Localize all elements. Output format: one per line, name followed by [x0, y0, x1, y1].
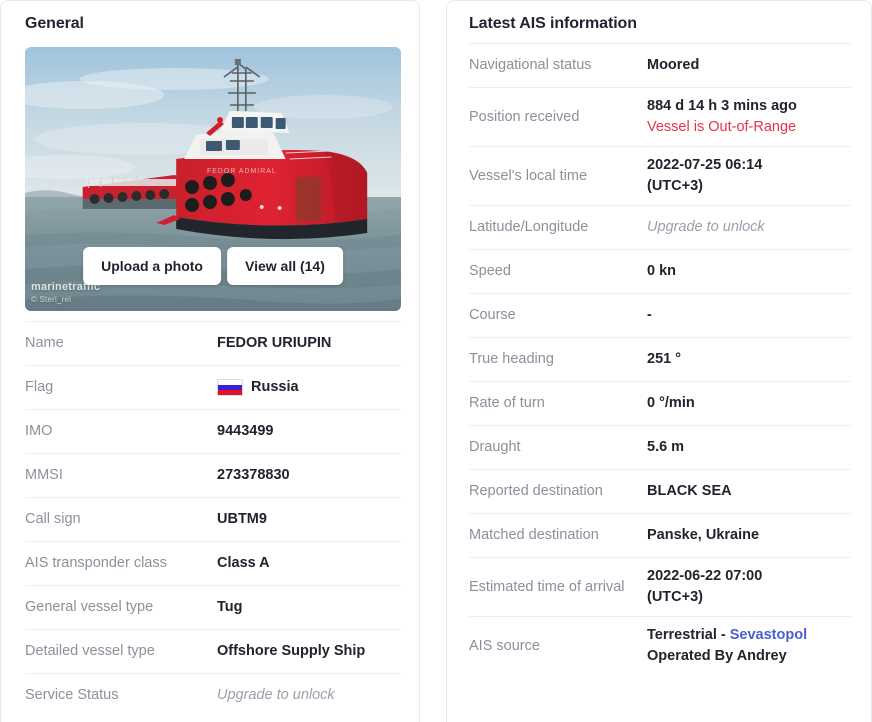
row-value-flag: Russia	[217, 377, 401, 398]
table-row: Speed 0 kn	[469, 249, 851, 293]
vessel-local-time-datetime: 2022-07-25 06:14	[647, 157, 763, 174]
position-received-age: 884 d 14 h 3 mins ago	[647, 98, 797, 114]
eta-offset: (UTC+3)	[647, 589, 703, 606]
row-label-latitude-longitude: Latitude/Longitude	[469, 219, 589, 236]
row-label-rate-of-turn: Rate of turn	[469, 395, 545, 412]
row-value-imo: 9443499	[217, 422, 274, 439]
view-all-photos-button[interactable]: View all (14)	[226, 247, 343, 285]
general-card: General FEDOR ADMIRAL marinetraffic © St…	[0, 0, 420, 722]
table-row: Vessel's local time 2022-07-25 06:14 (UT…	[469, 146, 851, 205]
table-row: Service Status Upgrade to unlock	[25, 673, 401, 717]
table-row: Latitude/Longitude Upgrade to unlock	[469, 205, 851, 249]
table-row: True heading 251 °	[469, 337, 851, 381]
row-value-speed: 0 kn	[647, 263, 677, 280]
flag-country-label: Russia	[251, 378, 299, 395]
row-label-ais-transponder-class: AIS transponder class	[25, 554, 167, 571]
row-label-ais-source: AIS source	[469, 637, 540, 654]
row-label-general-vessel-type: General vessel type	[25, 598, 154, 615]
row-label-speed: Speed	[469, 263, 511, 280]
table-row: Call sign UBTM9	[25, 497, 401, 541]
vessel-local-time-offset: (UTC+3)	[647, 178, 703, 195]
row-label-mmsi: MMSI	[25, 466, 63, 483]
out-of-range-status-badge: Vessel is Out-of-Range	[647, 119, 797, 136]
table-row: IMO 9443499	[25, 409, 401, 453]
row-label-name: Name	[25, 334, 64, 351]
row-label-imo: IMO	[25, 422, 53, 439]
photo-actions: Upload a photo View all (14)	[83, 247, 343, 285]
row-value-name: FEDOR URIUPIN	[217, 334, 332, 351]
row-value-ais-transponder-class: Class A	[217, 554, 270, 571]
vessel-photo[interactable]: FEDOR ADMIRAL marinetraffic © Sterl_rel …	[25, 47, 401, 311]
row-value-course: -	[647, 307, 652, 324]
ais-source-operator: Operated By Andrey	[647, 648, 787, 665]
general-rows: Name FEDOR URIUPIN Flag Russia IMO 94434…	[1, 321, 419, 717]
table-row: Rate of turn 0 °/min	[469, 381, 851, 425]
table-row: Course -	[469, 293, 851, 337]
table-row: Estimated time of arrival 2022-06-22 07:…	[469, 557, 851, 616]
table-row: AIS source Terrestrial - Sevastopol Oper…	[469, 616, 851, 675]
row-label-draught: Draught	[469, 439, 521, 456]
row-value-navigational-status: Moored	[647, 56, 700, 73]
row-label-matched-destination: Matched destination	[469, 527, 599, 544]
table-row: Reported destination BLACK SEA	[469, 469, 851, 513]
table-row: General vessel type Tug	[25, 585, 401, 629]
row-label-navigational-status: Navigational status	[469, 56, 592, 73]
row-label-flag: Flag	[25, 378, 54, 395]
table-row: Navigational status Moored	[469, 43, 851, 87]
row-value-mmsi: 273378830	[217, 466, 290, 483]
ais-card-title: Latest AIS information	[469, 15, 637, 32]
table-row: Position received 884 d 14 h 3 mins ago …	[469, 87, 851, 146]
row-value-rate-of-turn: 0 °/min	[647, 395, 695, 412]
row-label-reported-destination: Reported destination	[469, 483, 603, 500]
row-label-detailed-vessel-type: Detailed vessel type	[25, 642, 155, 659]
table-row: AIS transponder class Class A	[25, 541, 401, 585]
row-label-estimated-time-of-arrival: Estimated time of arrival	[469, 578, 625, 595]
watermark-line-2: © Sterl_rel	[31, 295, 72, 304]
row-value-reported-destination: BLACK SEA	[647, 483, 732, 500]
row-label-course: Course	[469, 307, 516, 324]
table-row: Draught 5.6 m	[469, 425, 851, 469]
row-label-vessel-local-time: Vessel's local time	[469, 167, 588, 184]
row-value-latitude-longitude-upgrade[interactable]: Upgrade to unlock	[647, 217, 851, 238]
table-row: MMSI 273378830	[25, 453, 401, 497]
russia-flag-icon	[217, 378, 243, 396]
row-value-position-received: 884 d 14 h 3 mins ago Vessel is Out-of-R…	[647, 96, 851, 138]
upload-photo-button[interactable]: Upload a photo	[83, 247, 221, 285]
table-row: Flag Russia	[25, 365, 401, 409]
table-row: Matched destination Panske, Ukraine	[469, 513, 851, 557]
table-row: Name FEDOR URIUPIN	[25, 321, 401, 365]
general-card-title: General	[25, 15, 84, 32]
row-label-call-sign: Call sign	[25, 510, 81, 527]
row-label-true-heading: True heading	[469, 351, 554, 368]
row-value-estimated-time-of-arrival: 2022-06-22 07:00 (UTC+3)	[647, 566, 851, 608]
row-value-call-sign: UBTM9	[217, 510, 267, 527]
row-value-matched-destination: Panske, Ukraine	[647, 527, 760, 544]
ais-rows: Navigational status Moored Position rece…	[447, 43, 871, 675]
vessel-details-page: General FEDOR ADMIRAL marinetraffic © St…	[0, 0, 872, 722]
row-label-service-status: Service Status	[25, 686, 119, 703]
row-label-position-received: Position received	[469, 108, 580, 125]
row-value-draught: 5.6 m	[647, 439, 685, 456]
eta-datetime: 2022-06-22 07:00	[647, 568, 763, 585]
row-value-true-heading: 251 °	[647, 351, 682, 368]
ais-source-type: Terrestrial -	[647, 627, 730, 644]
ais-source-station-link[interactable]: Sevastopol	[730, 627, 807, 643]
row-value-ais-source: Terrestrial - Sevastopol Operated By And…	[647, 625, 851, 667]
row-value-general-vessel-type: Tug	[217, 598, 243, 615]
table-row: Detailed vessel type Offshore Supply Shi…	[25, 629, 401, 673]
row-value-detailed-vessel-type: Offshore Supply Ship	[217, 642, 366, 659]
row-value-service-status-upgrade[interactable]: Upgrade to unlock	[217, 685, 401, 706]
row-value-vessel-local-time: 2022-07-25 06:14 (UTC+3)	[647, 155, 851, 197]
svg-text:FEDOR ADMIRAL: FEDOR ADMIRAL	[207, 168, 277, 175]
latest-ais-information-card: Latest AIS information Navigational stat…	[446, 0, 872, 722]
